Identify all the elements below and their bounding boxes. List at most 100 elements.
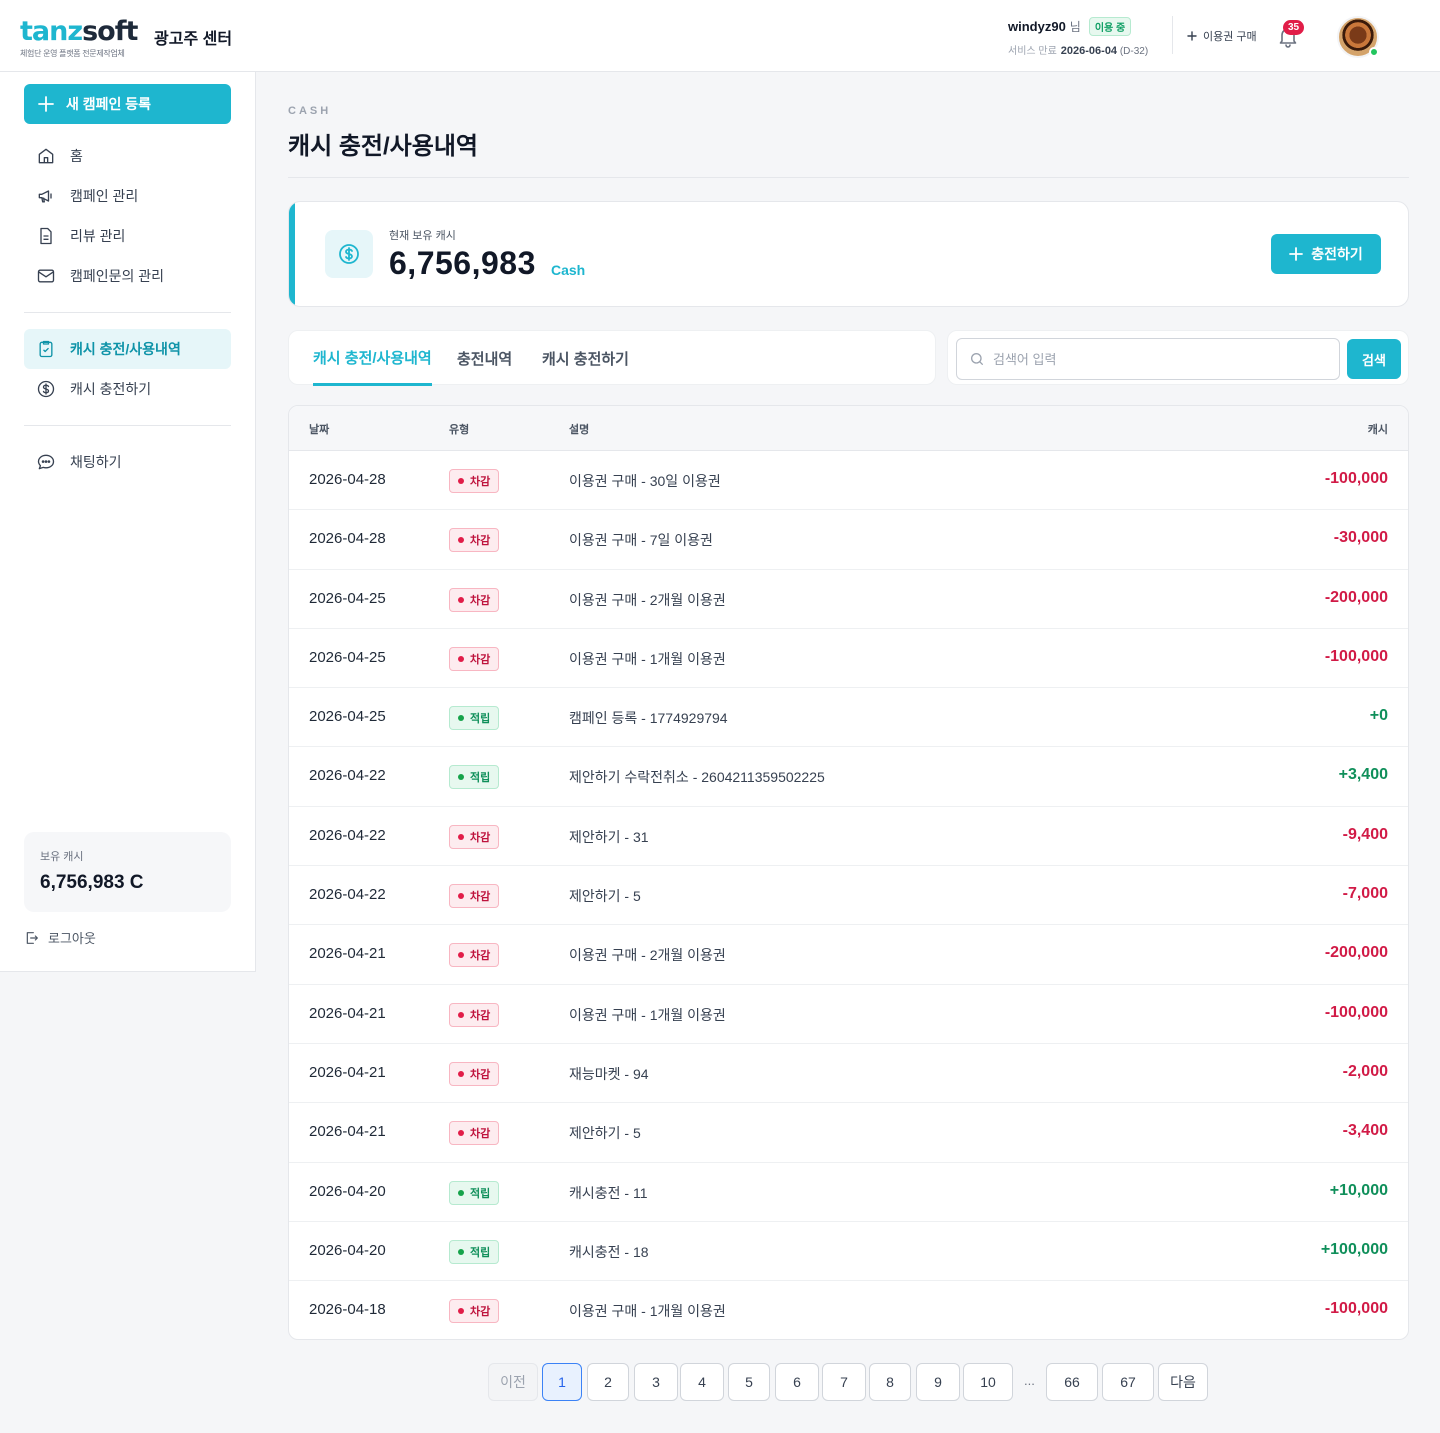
pagination-page-button[interactable]: 9	[916, 1363, 960, 1401]
document-icon	[40, 227, 52, 245]
tanzsoft-logo[interactable]: tanzsoft 체험단 운영 플랫폼 전문제작업체	[20, 16, 138, 59]
type-dot	[458, 715, 464, 722]
row-date: 2026-04-25	[309, 648, 386, 666]
pagination-page-button[interactable]: 3	[634, 1363, 678, 1401]
sidebar-item-home[interactable]: 홈	[24, 136, 231, 176]
type-label: 차감	[470, 1128, 491, 1141]
sidebar-item-cash-charge[interactable]: 캐시 충전하기	[24, 369, 231, 409]
pagination-page-button[interactable]: 6	[775, 1363, 819, 1401]
pagination-page-button[interactable]: 8	[869, 1363, 911, 1401]
charge-button-label: 충전하기	[1311, 246, 1363, 262]
row-amount: -100,000	[1324, 470, 1388, 487]
tab-charge-history[interactable]: 충전내역	[457, 331, 512, 386]
sidebar-item-cash-history[interactable]: 캐시 충전/사용내역	[24, 329, 231, 369]
sidebar-item-inquiries[interactable]: 캠페인문의 관리	[24, 256, 231, 296]
search-button[interactable]: 검색	[1347, 339, 1401, 379]
pagination-page-button[interactable]: 7	[822, 1363, 866, 1401]
type-badge: 차감	[449, 587, 500, 612]
type-label: 적립	[470, 1187, 491, 1200]
service-expiry-date: 2026-06-04	[1060, 45, 1118, 57]
type-dot	[458, 655, 464, 662]
type-dot	[458, 478, 464, 484]
table-row: 2026-04-18 차감 이용권 구매 - 1개월 이용권 -100,000	[289, 1281, 1408, 1339]
type-label: 차감	[470, 476, 491, 488]
row-amount: +3,400	[1338, 766, 1388, 784]
table-row: 2026-04-21 차감 이용권 구매 - 1개월 이용권 -100,000	[289, 985, 1408, 1044]
type-label: 적립	[470, 772, 491, 785]
user-suffix: 님	[1069, 20, 1081, 34]
type-badge: 차감	[449, 1121, 500, 1146]
sidebar-item-chat[interactable]: 채팅하기	[24, 442, 231, 482]
type-label: 차감	[470, 831, 491, 844]
search-input[interactable]	[993, 351, 1313, 367]
row-date: 2026-04-18	[309, 1301, 386, 1319]
row-description: 이용권 구매 - 7일 이용권	[569, 532, 713, 549]
header-amount: 캐시	[1367, 424, 1388, 436]
type-dot	[458, 833, 464, 840]
sidebar-item-label: 캠페인 관리	[70, 188, 139, 204]
row-description: 캐시충전 - 18	[569, 1243, 649, 1260]
type-dot	[458, 1070, 464, 1077]
type-dot	[458, 1248, 464, 1255]
row-date: 2026-04-25	[309, 589, 386, 607]
dollar-icon	[37, 380, 55, 398]
row-amount: -200,000	[1324, 588, 1388, 606]
row-amount: -2,000	[1342, 1062, 1388, 1080]
sidebar-item-label: 캠페인문의 관리	[70, 268, 165, 284]
buy-ticket-label: 이용권 구매	[1203, 31, 1257, 43]
pagination-page-button[interactable]: 67	[1102, 1363, 1154, 1401]
pagination-next-button[interactable]: 다음	[1158, 1363, 1208, 1401]
center-name: 광고주 센터	[154, 31, 233, 48]
plus-icon	[1289, 247, 1304, 261]
new-campaign-button[interactable]: 새 캠페인 등록	[24, 84, 231, 124]
home-icon	[38, 148, 54, 164]
row-description: 제안하기 - 5	[569, 888, 641, 905]
pagination-page-button[interactable]: 66	[1046, 1363, 1098, 1401]
row-amount: -200,000	[1324, 944, 1388, 962]
charge-button[interactable]: 충전하기	[1271, 234, 1381, 274]
sidebar-item-label: 채팅하기	[70, 454, 122, 470]
type-badge: 차감	[449, 1299, 500, 1324]
clipboard-check-icon	[39, 340, 53, 358]
sidebar-item-reviews[interactable]: 리뷰 관리	[24, 216, 231, 256]
row-date: 2026-04-20	[309, 1241, 386, 1259]
balance-accent-bar	[289, 202, 295, 306]
tab-cash-charge[interactable]: 캐시 충전하기	[542, 331, 629, 386]
row-amount: -100,000	[1324, 647, 1388, 665]
row-date: 2026-04-22	[309, 767, 386, 785]
type-label: 차감	[470, 1068, 491, 1081]
type-badge: 차감	[449, 1061, 500, 1086]
megaphone-icon	[38, 190, 52, 203]
pagination-page-button[interactable]: 5	[728, 1363, 770, 1401]
type-label: 차감	[470, 891, 491, 904]
service-dday: (D-32)	[1119, 46, 1149, 57]
type-dot	[458, 1130, 464, 1137]
pagination-page-button[interactable]: 4	[680, 1363, 724, 1401]
logout-button[interactable]: 로그아웃	[24, 928, 96, 947]
table-row: 2026-04-21 차감 제안하기 - 5 -3,400	[289, 1103, 1408, 1163]
type-badge: 차감	[449, 646, 500, 671]
sidebar-item-campaigns[interactable]: 캠페인 관리	[24, 176, 231, 216]
row-date: 2026-04-21	[309, 1004, 386, 1022]
pagination-page-button[interactable]: 1	[542, 1363, 582, 1401]
row-date: 2026-04-28	[309, 530, 386, 548]
logo-text-soft: soft	[82, 16, 138, 47]
header-divider	[1172, 16, 1173, 54]
row-description: 재능마켓 - 94	[569, 1065, 649, 1082]
pagination-page-button[interactable]: 10	[963, 1363, 1013, 1401]
row-date: 2026-04-25	[309, 708, 386, 726]
row-amount: +0	[1369, 707, 1388, 725]
service-expiry-label: 서비스 만료	[1008, 46, 1057, 57]
buy-ticket-button[interactable]: 이용권 구매	[1187, 28, 1257, 44]
pagination-prev-button[interactable]: 이전	[488, 1363, 538, 1401]
dollar-icon	[339, 244, 359, 264]
row-description: 이용권 구매 - 1개월 이용권	[569, 1006, 726, 1023]
type-label: 차감	[470, 594, 491, 607]
type-badge: 차감	[449, 1002, 500, 1027]
sidebar-cash-summary: 보유 캐시 6,756,983 C	[24, 832, 231, 912]
sidebar-divider	[24, 425, 231, 426]
pagination-page-button[interactable]: 2	[587, 1363, 629, 1401]
new-campaign-label: 새 캠페인 등록	[66, 96, 152, 112]
row-description: 제안하기 - 31	[569, 828, 649, 845]
tab-cash-history[interactable]: 캐시 충전/사용내역	[313, 331, 432, 386]
